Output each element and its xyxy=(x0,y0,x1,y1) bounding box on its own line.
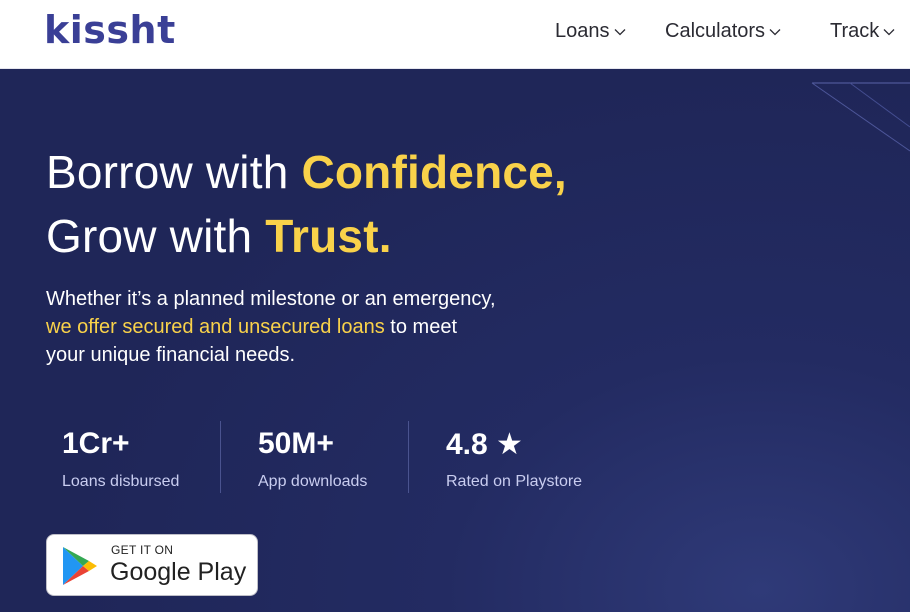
headline-accent-confidence: Confidence, xyxy=(301,146,567,198)
chevron-down-icon xyxy=(614,28,625,35)
subtitle-line-1: Whether it’s a planned milestone or an e… xyxy=(46,288,496,310)
nav-loans-label: Loans xyxy=(555,20,610,42)
play-big-text: Google Play xyxy=(110,558,247,586)
stat-loans-value: 1Cr+ xyxy=(62,427,130,460)
stat-loans-label: Loans disbursed xyxy=(62,473,180,490)
headline-line-1-prefix: Borrow with xyxy=(46,146,302,198)
subtitle-line-2: we offer secured and unsecured loans to … xyxy=(46,316,457,339)
kissht-logo[interactable]: kissht xyxy=(44,8,176,52)
stat-rating-value: 4.8 ★ xyxy=(446,428,523,461)
stat-downloads-value: 50M+ xyxy=(258,427,334,460)
headline-line-2-prefix: Grow with xyxy=(46,210,266,262)
hero-section: Borrow with Confidence, Grow with Trust.… xyxy=(0,69,910,612)
google-play-button[interactable]: GET IT ON Google Play xyxy=(46,534,258,596)
chevron-down-icon xyxy=(769,28,781,35)
google-play-icon xyxy=(63,547,97,585)
stat-downloads-label: App downloads xyxy=(258,473,368,490)
stat-rating-label: Rated on Playstore xyxy=(446,473,583,490)
play-small-text: GET IT ON xyxy=(111,543,174,557)
nav-track[interactable]: Track xyxy=(830,20,895,43)
headline-line-2: Grow with Trust. xyxy=(46,209,392,263)
nav-track-label: Track xyxy=(830,20,880,42)
stat-divider xyxy=(408,421,409,493)
nav-calculators-label: Calculators xyxy=(665,20,766,42)
nav-calculators[interactable]: Calculators xyxy=(665,20,781,43)
subtitle-accent: we offer secured and unsecured loans xyxy=(46,316,385,338)
subtitle-line-2-rest: to meet xyxy=(384,316,458,338)
subtitle-line-3: your unique financial needs. xyxy=(46,344,296,366)
nav-loans[interactable]: Loans xyxy=(555,20,626,43)
chevron-down-icon xyxy=(883,28,895,35)
headline-accent-trust: Trust. xyxy=(265,210,392,262)
headline-line-1: Borrow with Confidence, xyxy=(46,145,567,199)
stat-divider xyxy=(220,421,221,493)
site-header: kissht Loans Calculators Track xyxy=(0,0,910,69)
